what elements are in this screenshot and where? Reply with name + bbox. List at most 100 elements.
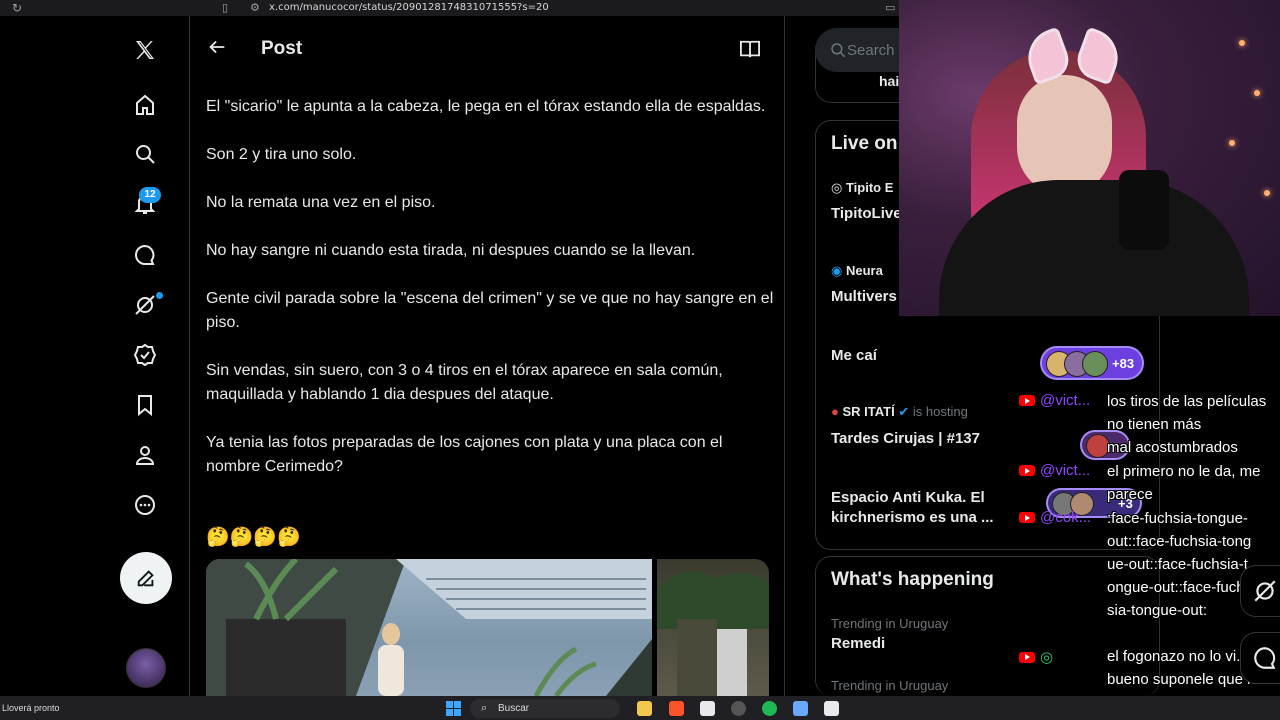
trend-meta: Trending in Uruguay: [831, 616, 949, 631]
grok-floating-button[interactable]: [1240, 565, 1280, 617]
compose-post-button[interactable]: [120, 552, 172, 604]
space-title[interactable]: Espacio Anti Kuka. El kirchnerismo es un…: [831, 488, 1001, 528]
weather-widget[interactable]: Lloverá pronto: [2, 703, 60, 713]
profile-icon[interactable]: [131, 441, 159, 469]
post-media-photo[interactable]: [657, 559, 769, 696]
chat-username: @cok...: [1019, 509, 1091, 526]
messages-icon: [1254, 647, 1276, 669]
space-title[interactable]: Tardes Cirujas | #137: [831, 430, 980, 447]
chat-username: @vict...: [1019, 462, 1090, 479]
bookmark-icon[interactable]: ▯: [222, 1, 228, 14]
messages-floating-button[interactable]: [1240, 632, 1280, 684]
chat-message: el primero no le da, me parece: [1107, 463, 1261, 503]
home-icon[interactable]: [131, 91, 159, 119]
trend-meta: Trending in Uruguay: [831, 678, 949, 693]
webcam-overlay: [899, 0, 1280, 316]
x-logo-icon[interactable]: [131, 36, 159, 64]
space-title[interactable]: TipitoLive: [831, 205, 902, 222]
space-host-name: Tipito E: [845, 180, 894, 195]
fairy-light: [1229, 140, 1235, 146]
brave-browser-icon[interactable]: [669, 701, 684, 716]
space-host[interactable]: ● SR ITATÍ ✔ is hosting: [831, 404, 968, 420]
reader-mode-icon[interactable]: [739, 39, 761, 59]
reload-icon[interactable]: ↻: [12, 1, 22, 15]
space-title[interactable]: Multivers: [831, 288, 897, 305]
space-host-name: SR ITATÍ: [842, 404, 895, 419]
post-paragraph: Ya tenia las fotos preparadas de los caj…: [206, 434, 723, 475]
back-arrow-icon[interactable]: [206, 36, 228, 58]
file-explorer-icon[interactable]: [637, 701, 652, 716]
verified-icon[interactable]: [131, 341, 159, 369]
card-fragment-text: hai: [879, 73, 900, 89]
post-text: El "sicario" le apunta a la cabeza, le p…: [206, 95, 774, 503]
post-media-video[interactable]: [206, 559, 652, 696]
x-app-icon[interactable]: [700, 701, 715, 716]
page-title: Post: [261, 38, 303, 59]
chat-message: :face-fuchsia-tongue-out::face-fuchsia-t…: [1107, 510, 1252, 619]
obs-icon[interactable]: [731, 701, 746, 716]
messages-icon[interactable]: [131, 241, 159, 269]
post-paragraph: Son 2 y tira uno solo.: [206, 146, 357, 163]
space-hosting-label: is hosting: [912, 404, 968, 419]
chat-username: @vict...: [1019, 392, 1090, 409]
video-thumbnail: [206, 559, 652, 696]
more-icon[interactable]: [131, 491, 159, 519]
grok-icon[interactable]: [131, 291, 159, 319]
fairy-light: [1254, 90, 1260, 96]
youtube-icon: [1019, 651, 1035, 663]
trend-name[interactable]: Remedi: [831, 635, 885, 652]
post-paragraph: El "sicario" le apunta a la cabeza, le p…: [206, 98, 766, 115]
member-badge-icon: ◎: [1040, 649, 1054, 666]
taskbar-search[interactable]: ⌕ Buscar: [470, 699, 620, 718]
address-bar[interactable]: x.com/manucocor/status/20901281748310715…: [269, 2, 549, 13]
search-icon: ⌕: [481, 702, 488, 714]
streamer-face: [1017, 75, 1112, 195]
photo-thumbnail: [657, 571, 769, 696]
microphone: [1119, 170, 1169, 250]
chat-username-text: @vict...: [1040, 392, 1091, 409]
site-info-icon[interactable]: ⚙: [250, 1, 260, 14]
bookmarks-icon[interactable]: [131, 391, 159, 419]
post-paragraph: No la remata una vez en el piso.: [206, 194, 436, 211]
chat-username-text: @cok...: [1040, 509, 1092, 526]
column-divider: [784, 16, 785, 696]
post-column: Post El "sicario" le apunta a la cabeza,…: [190, 16, 785, 696]
fairy-light: [1239, 40, 1245, 46]
search-icon: [831, 43, 846, 58]
notepad-icon[interactable]: [793, 701, 808, 716]
compose-icon: [137, 570, 154, 587]
post-paragraph: No hay sangre ni cuando esta tirada, ni …: [206, 242, 696, 259]
left-sidebar: 12: [0, 16, 190, 696]
chat-message: mal acostumbrados: [1107, 439, 1238, 456]
cast-icon[interactable]: ▭: [885, 1, 895, 14]
windows-taskbar: Lloverá pronto ⌕ Buscar: [0, 696, 1280, 720]
youtube-icon: [1019, 512, 1035, 523]
fairy-light: [1264, 190, 1270, 196]
youtube-icon: [1019, 395, 1035, 406]
space-listeners[interactable]: +83: [1040, 346, 1144, 380]
youtube-icon: [1019, 465, 1035, 476]
grok-icon: [1254, 580, 1276, 602]
post-paragraph: Sin vendas, sin suero, con 3 o 4 tiros e…: [206, 362, 723, 403]
thinking-emojis: 🤔🤔🤔🤔: [206, 527, 301, 548]
post-paragraph: Gente civil parada sobre la "escena del …: [206, 290, 774, 331]
search-icon[interactable]: [131, 140, 159, 168]
listener-avatar: [1082, 351, 1108, 377]
account-avatar[interactable]: [126, 648, 166, 688]
space-title[interactable]: Me caí: [831, 347, 877, 364]
chat-message: los tiros de las películas no tienen más: [1107, 393, 1267, 433]
space-host[interactable]: ◎ Tipito E: [831, 180, 893, 196]
trending-section-title: What's happening: [831, 569, 994, 590]
taskbar-search-label: Buscar: [498, 703, 530, 714]
space-host[interactable]: ◉ Neura: [831, 263, 883, 279]
spotify-icon[interactable]: [762, 701, 777, 716]
notifications-badge: 12: [139, 187, 161, 203]
chat-badges: ◎: [1019, 648, 1053, 666]
grok-new-dot: [156, 292, 163, 299]
x-app-icon[interactable]: [824, 701, 839, 716]
listener-count: +83: [1112, 356, 1135, 371]
space-host-name: Neura: [845, 263, 883, 278]
windows-start-icon[interactable]: [446, 701, 461, 716]
verified-badge-icon: ✔: [898, 404, 910, 419]
live-section-title: Live on: [831, 133, 898, 154]
